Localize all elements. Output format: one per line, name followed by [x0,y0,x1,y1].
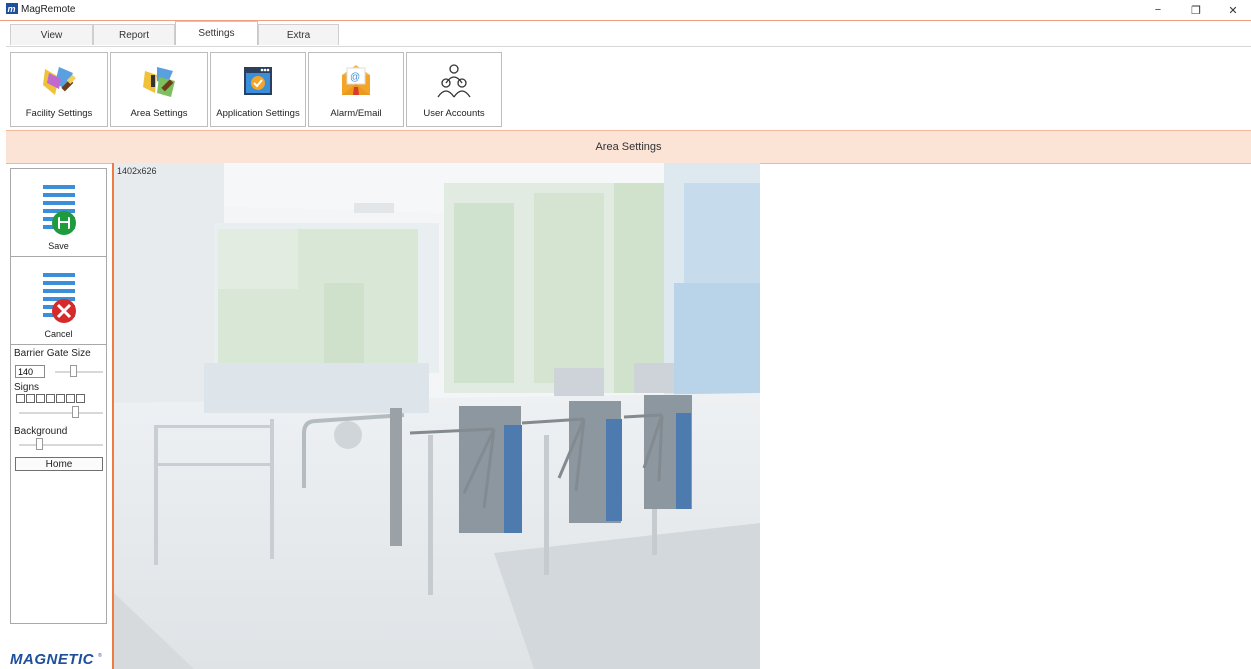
svg-text:m: m [8,4,16,14]
canvas-dimensions-label: 1402x626 [117,166,157,176]
tab-report[interactable]: Report [93,24,175,45]
sign-checkbox[interactable] [16,394,25,403]
alarm-email-icon: @ [342,65,370,95]
minimize-button[interactable]: − [1142,0,1174,20]
section-title: Area Settings [595,141,662,153]
background-label: Background [14,426,68,437]
title-bar: m MagRemote − ❐ ✕ [0,0,1251,21]
user-accounts-icon [437,64,471,98]
signs-slider-thumb[interactable] [72,406,79,418]
cancel-button[interactable]: Cancel [11,257,106,345]
signs-slider[interactable] [19,412,103,414]
area-settings-panel: Save Cancel Barrier Gate Size Signs Back… [10,168,107,624]
home-button[interactable]: Home [15,457,103,471]
sign-checkbox[interactable] [26,394,35,403]
tab-extra[interactable]: Extra [258,24,339,45]
sign-checkbox[interactable] [76,394,85,403]
cancel-label: Cancel [44,329,73,339]
tab-view[interactable]: View [10,24,93,45]
sign-checkbox[interactable] [36,394,45,403]
area-settings-button[interactable]: Area Settings [110,52,208,127]
main-tabs: View Report Settings Extra [10,21,339,46]
magnetic-logo: MAGNETIC ® [10,651,102,668]
svg-text:@: @ [350,72,360,83]
application-settings-icon [244,67,272,95]
sign-checkbox[interactable] [56,394,65,403]
barrier-gate-size-label: Barrier Gate Size [14,348,91,359]
user-accounts-button[interactable]: User Accounts [406,52,502,127]
window-title: MagRemote [21,4,76,15]
sign-checkbox[interactable] [46,394,55,403]
barrier-gate-size-input[interactable] [15,365,45,378]
facility-settings-label: Facility Settings [25,108,93,119]
section-header: Area Settings [6,130,1251,164]
sign-checkbox[interactable] [66,394,75,403]
save-label: Save [48,241,69,251]
svg-text:MAGNETIC: MAGNETIC [10,651,95,668]
area-canvas[interactable]: 1402x626 [114,163,760,669]
save-button[interactable]: Save [11,169,106,257]
tab-settings[interactable]: Settings [175,21,258,45]
app-logo-icon: m [6,3,18,14]
facility-settings-icon [43,67,76,95]
close-button[interactable]: ✕ [1217,0,1249,20]
background-slider-thumb[interactable] [36,438,43,450]
application-settings-button[interactable]: Application Settings [210,52,306,127]
svg-text:®: ® [98,652,102,659]
ribbon: Facility Settings Area Settings Applicat… [6,46,1251,129]
save-icon [42,185,76,235]
barrier-gate-size-slider[interactable] [55,371,103,373]
area-settings-icon [143,67,175,97]
facility-settings-button[interactable]: Facility Settings [10,52,108,127]
area-settings-label: Area Settings [130,108,188,119]
user-accounts-label: User Accounts [423,108,485,119]
turnstile-background-image [114,163,760,669]
signs-label: Signs [14,382,40,393]
alarm-email-button[interactable]: @ Alarm/Email [308,52,404,127]
alarm-email-label: Alarm/Email [330,108,382,119]
restore-button[interactable]: ❐ [1180,0,1212,20]
application-settings-label: Application Settings [216,108,300,119]
cancel-icon [42,273,76,323]
barrier-gate-size-slider-thumb[interactable] [70,365,77,377]
background-slider[interactable] [19,444,103,446]
